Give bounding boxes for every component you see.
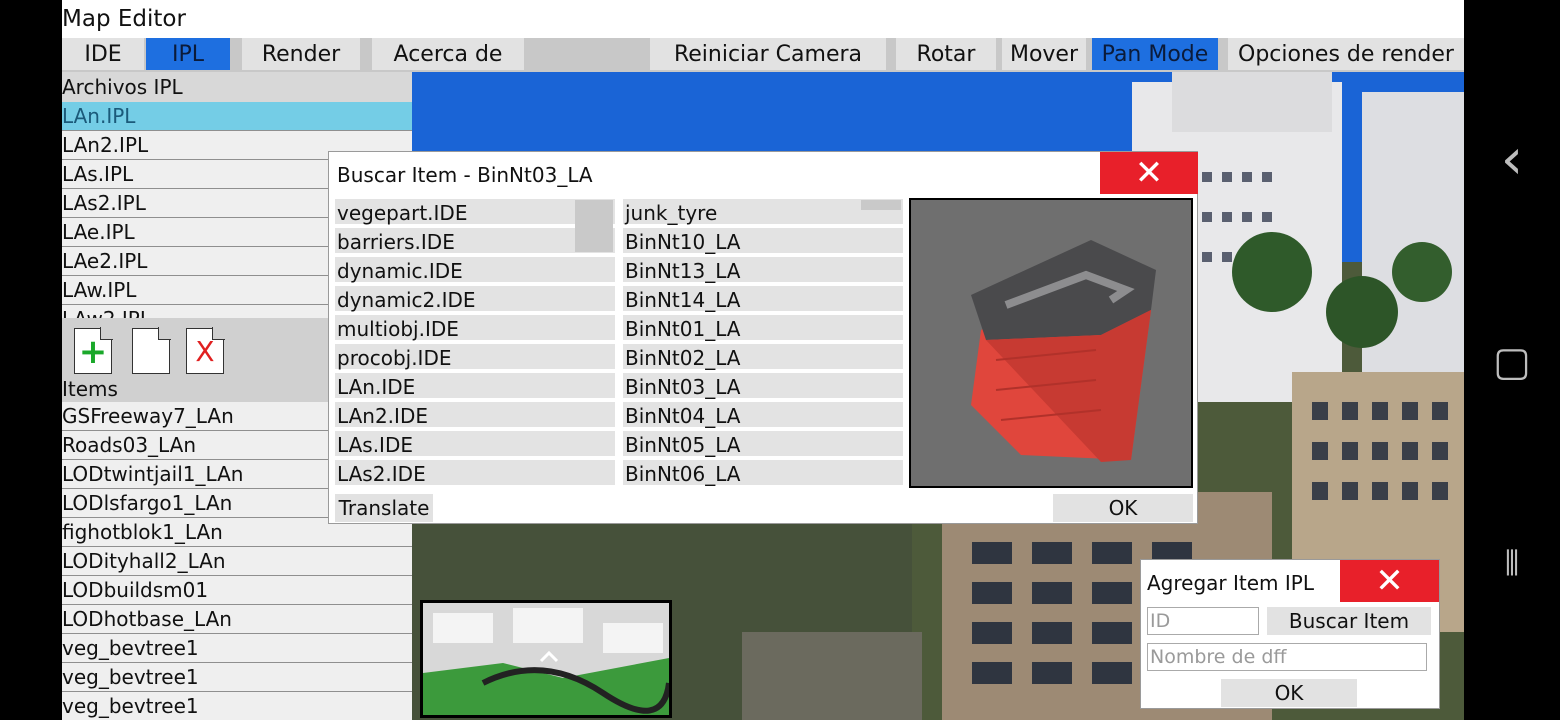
ide-file-row[interactable]: LAs.IDE bbox=[335, 431, 615, 460]
add-dialog-ok-button[interactable]: OK bbox=[1221, 679, 1357, 707]
render-options-button[interactable]: Opciones de render bbox=[1228, 38, 1464, 70]
minimap[interactable] bbox=[420, 600, 672, 718]
ide-file-row[interactable]: vegepart.IDE bbox=[335, 199, 615, 228]
ide-item-row[interactable]: BinNt06_LA bbox=[623, 460, 903, 487]
close-icon: ✕ bbox=[1134, 153, 1164, 193]
ide-list-scrollbar[interactable] bbox=[575, 200, 613, 252]
ide-file-row[interactable]: dynamic2.IDE bbox=[335, 286, 615, 315]
ide-file-row[interactable]: LAs2.IDE bbox=[335, 460, 615, 487]
ide-file-row[interactable]: LAn2.IDE bbox=[335, 402, 615, 431]
ipl-item-row[interactable]: veg_bevtree1 bbox=[62, 663, 412, 692]
ipl-item-row[interactable]: LODbuildsm01 bbox=[62, 576, 412, 605]
ide-file-row[interactable]: multiobj.IDE bbox=[335, 315, 615, 344]
ipl-file-row[interactable]: LAn.IPL bbox=[62, 102, 412, 131]
android-nav-bar: ‹ ▢ ⦀ bbox=[1464, 0, 1560, 720]
tab-ipl[interactable]: IPL bbox=[146, 38, 230, 70]
translate-button[interactable]: Translate bbox=[335, 494, 433, 522]
items-header: Items bbox=[62, 377, 118, 401]
recents-icon[interactable]: ⦀ bbox=[1490, 542, 1534, 586]
ide-item-row[interactable]: BinNt10_LA bbox=[623, 228, 903, 257]
ide-item-row[interactable]: BinNt05_LA bbox=[623, 431, 903, 460]
add-dialog-close-button[interactable]: ✕ bbox=[1340, 560, 1439, 602]
model-preview[interactable] bbox=[909, 198, 1193, 488]
app-title: Map Editor bbox=[62, 6, 186, 32]
ide-file-row[interactable]: LAn.IDE bbox=[335, 373, 615, 402]
ide-file-row[interactable]: procobj.IDE bbox=[335, 344, 615, 373]
pan-mode-button[interactable]: Pan Mode bbox=[1092, 38, 1218, 70]
ipl-item-row[interactable]: veg_bevtree1 bbox=[62, 634, 412, 663]
back-icon[interactable]: ‹ bbox=[1490, 132, 1534, 188]
tab-bar: IDE IPL Render Acerca de Reiniciar Camer… bbox=[62, 38, 1464, 72]
home-icon[interactable]: ▢ bbox=[1490, 340, 1534, 384]
ipl-item-row[interactable]: veg_bevtree1 bbox=[62, 692, 412, 720]
blank-file-icon[interactable] bbox=[132, 327, 171, 374]
item-list-scrollbar[interactable] bbox=[861, 200, 901, 210]
reset-camera-button[interactable]: Reiniciar Camera bbox=[650, 38, 886, 70]
ide-item-row[interactable]: BinNt03_LA bbox=[623, 373, 903, 402]
ide-file-list[interactable]: vegepart.IDE barriers.IDE dynamic.IDE dynam… bbox=[335, 199, 615, 487]
close-icon: ✕ bbox=[1375, 561, 1404, 601]
ide-item-list[interactable]: junk_tyre BinNt10_LA BinNt13_LA BinNt14_LA B… bbox=[623, 199, 903, 487]
ide-item-row[interactable]: BinNt02_LA bbox=[623, 344, 903, 373]
ipl-item-row[interactable]: LODhotbase_LAn bbox=[62, 605, 412, 634]
search-item-button[interactable]: Buscar Item bbox=[1267, 607, 1431, 635]
search-dialog-ok-button[interactable]: OK bbox=[1053, 494, 1193, 522]
dff-name-input[interactable] bbox=[1147, 643, 1427, 671]
move-button[interactable]: Mover bbox=[1002, 38, 1086, 70]
search-dialog-close-button[interactable]: ✕ bbox=[1100, 152, 1198, 194]
add-file-icon[interactable]: + bbox=[74, 327, 113, 374]
ide-item-row[interactable]: BinNt13_LA bbox=[623, 257, 903, 286]
add-dialog-title: Agregar Item IPL bbox=[1147, 571, 1314, 595]
rotate-button[interactable]: Rotar bbox=[896, 38, 996, 70]
search-dialog-title: Buscar Item - BinNt03_LA bbox=[337, 163, 593, 187]
id-input[interactable] bbox=[1147, 607, 1259, 635]
ide-file-row[interactable]: dynamic.IDE bbox=[335, 257, 615, 286]
delete-file-icon[interactable]: X bbox=[186, 327, 225, 374]
tab-acerca-de[interactable]: Acerca de bbox=[372, 38, 524, 70]
ide-item-row[interactable]: BinNt01_LA bbox=[623, 315, 903, 344]
dumpster-model-icon bbox=[971, 240, 1156, 462]
tab-render[interactable]: Render bbox=[242, 38, 360, 70]
add-ipl-item-dialog: Agregar Item IPL ✕ Buscar Item OK bbox=[1140, 559, 1440, 709]
map-editor-window: Map Editor IDE IPL Render Acerca de Rein… bbox=[62, 0, 1464, 720]
ide-file-row[interactable]: barriers.IDE bbox=[335, 228, 615, 257]
ide-item-row[interactable]: BinNt14_LA bbox=[623, 286, 903, 315]
tab-ide[interactable]: IDE bbox=[62, 38, 144, 70]
ipl-files-header: Archivos IPL bbox=[62, 72, 412, 102]
search-item-dialog: Buscar Item - BinNt03_LA ✕ vegepart.IDE b… bbox=[328, 151, 1198, 524]
ipl-item-row[interactable]: LODityhall2_LAn bbox=[62, 547, 412, 576]
minimap-graphic bbox=[423, 603, 669, 715]
ide-item-row[interactable]: BinNt04_LA bbox=[623, 402, 903, 431]
